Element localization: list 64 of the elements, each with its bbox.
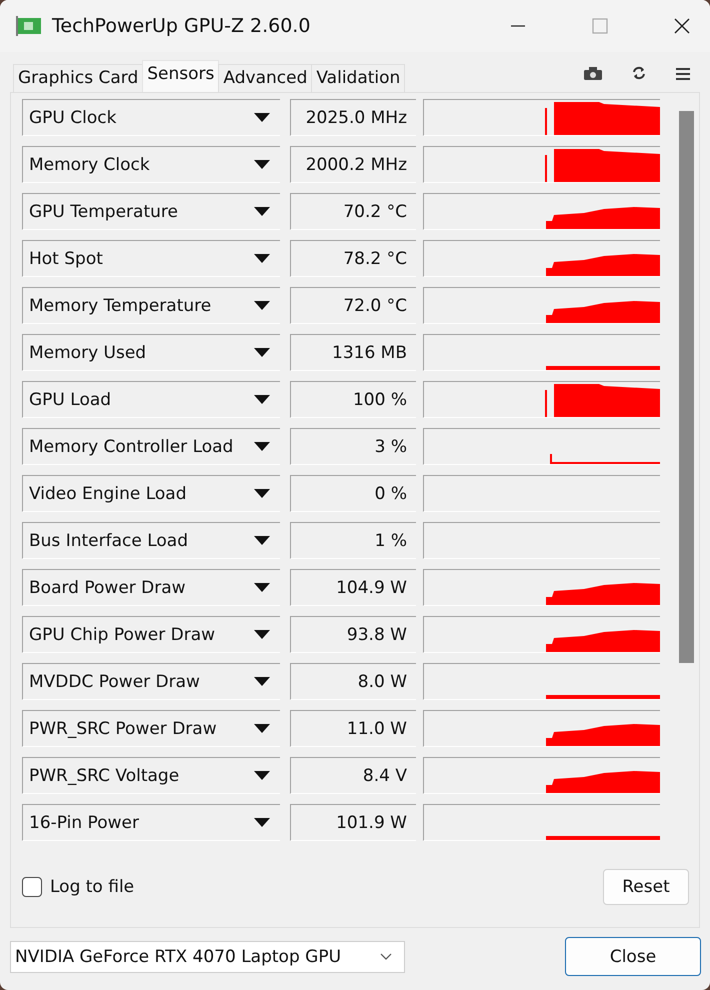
sensor-value: 78.2 °C — [290, 240, 416, 277]
menu-icon[interactable] — [676, 68, 690, 80]
sensor-value: 101.9 W — [290, 804, 416, 841]
dropdown-arrow-icon — [254, 113, 270, 122]
tab[interactable]: Validation — [311, 64, 406, 92]
dropdown-arrow-icon — [254, 254, 270, 263]
sensor-dropdown[interactable]: Video Engine Load — [22, 475, 280, 512]
chevron-down-icon — [380, 953, 392, 960]
sensor-value: 11.0 W — [290, 710, 416, 747]
sensor-value: 1 % — [290, 522, 416, 559]
sensor-dropdown[interactable]: Memory Temperature — [22, 287, 280, 324]
sensor-value: 3 % — [290, 428, 416, 465]
sensor-dropdown[interactable]: MVDDC Power Draw — [22, 663, 280, 700]
dropdown-arrow-icon — [254, 301, 270, 310]
sensor-value: 0 % — [290, 475, 416, 512]
graphics-card-icon — [16, 16, 42, 36]
dropdown-arrow-icon — [254, 583, 270, 592]
close-button[interactable]: Close — [565, 937, 701, 976]
tab[interactable]: Advanced — [218, 64, 312, 92]
sensor-value: 93.8 W — [290, 616, 416, 653]
close-icon[interactable] — [674, 18, 690, 34]
sensor-value: 72.0 °C — [290, 287, 416, 324]
window-title: TechPowerUp GPU-Z 2.60.0 — [52, 15, 310, 37]
dropdown-arrow-icon — [254, 630, 270, 639]
sensor-dropdown[interactable]: Memory Clock — [22, 146, 280, 183]
dropdown-arrow-icon — [254, 348, 270, 357]
sensor-dropdown[interactable]: GPU Clock — [22, 99, 280, 136]
sensor-dropdown[interactable]: Bus Interface Load — [22, 522, 280, 559]
sensor-value: 2025.0 MHz — [290, 99, 416, 136]
sensor-dropdown[interactable]: GPU Load — [22, 381, 280, 418]
tab[interactable]: Graphics Card — [13, 64, 144, 92]
dropdown-arrow-icon — [254, 489, 270, 498]
sensor-value: 70.2 °C — [290, 193, 416, 230]
scrollbar-thumb[interactable] — [679, 111, 694, 663]
sensor-value: 1316 MB — [290, 334, 416, 371]
dropdown-arrow-icon — [254, 818, 270, 827]
sensor-value: 100 % — [290, 381, 416, 418]
sensor-value: 104.9 W — [290, 569, 416, 606]
sensor-dropdown[interactable]: Memory Used — [22, 334, 280, 371]
dropdown-arrow-icon — [254, 677, 270, 686]
sensor-value: 8.0 W — [290, 663, 416, 700]
sensor-value: 2000.2 MHz — [290, 146, 416, 183]
gpu-select[interactable]: NVIDIA GeForce RTX 4070 Laptop GPU — [10, 940, 405, 972]
sensor-dropdown[interactable]: PWR_SRC Voltage — [22, 757, 280, 794]
refresh-icon[interactable] — [632, 66, 646, 80]
dropdown-arrow-icon — [254, 724, 270, 733]
camera-icon[interactable] — [584, 67, 602, 80]
log-to-file-checkbox[interactable]: Log to file — [22, 877, 134, 897]
sensor-dropdown[interactable]: Memory Controller Load — [22, 428, 280, 465]
dropdown-arrow-icon — [254, 207, 270, 216]
tab[interactable]: Sensors — [142, 60, 220, 92]
sensor-dropdown[interactable]: 16-Pin Power — [22, 804, 280, 841]
sensor-dropdown[interactable]: Board Power Draw — [22, 569, 280, 606]
dropdown-arrow-icon — [254, 771, 270, 780]
dropdown-arrow-icon — [254, 536, 270, 545]
dropdown-arrow-icon — [254, 442, 270, 451]
dropdown-arrow-icon — [254, 160, 270, 169]
sensor-value: 8.4 V — [290, 757, 416, 794]
sensor-dropdown[interactable]: GPU Temperature — [22, 193, 280, 230]
sensor-dropdown[interactable]: Hot Spot — [22, 240, 280, 277]
sensor-dropdown[interactable]: GPU Chip Power Draw — [22, 616, 280, 653]
sensor-dropdown[interactable]: PWR_SRC Power Draw — [22, 710, 280, 747]
reset-button[interactable]: Reset — [603, 869, 689, 905]
dropdown-arrow-icon — [254, 395, 270, 404]
